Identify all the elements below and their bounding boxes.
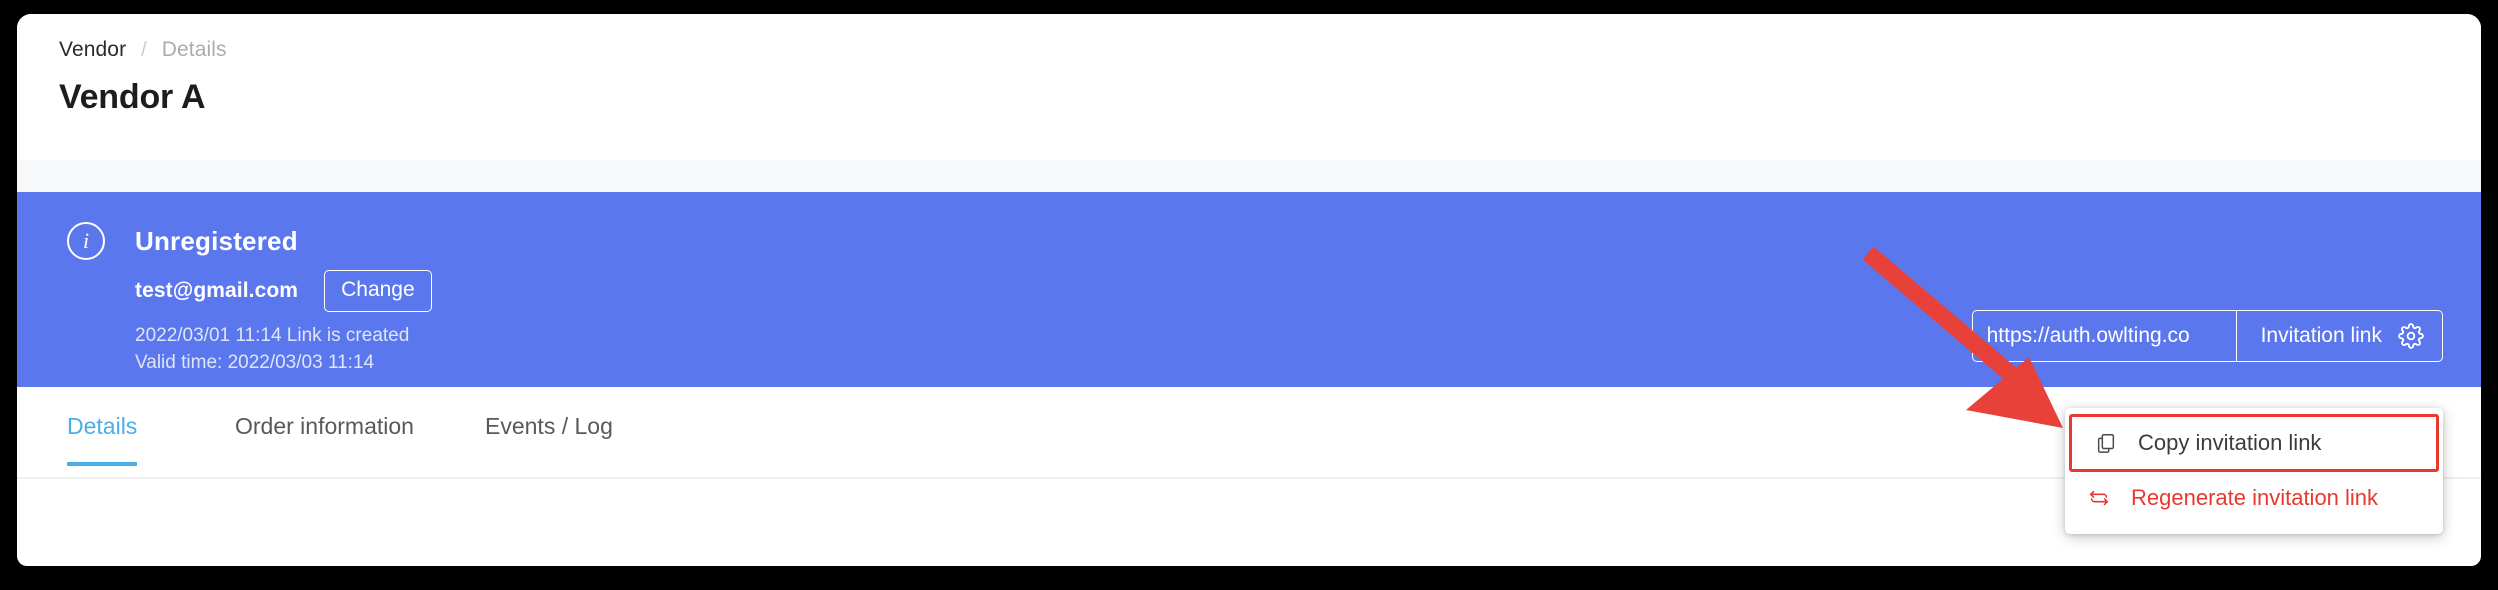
link-valid-text: Valid time: 2022/03/03 11:14 — [135, 352, 375, 373]
menu-item-copy-label: Copy invitation link — [2138, 430, 2322, 455]
copy-icon — [2094, 432, 2118, 454]
change-email-button[interactable]: Change — [324, 270, 432, 312]
banner-info-group: i Unregistered test@gmail.com Change 202… — [67, 192, 1267, 387]
invitation-link-button-label: Invitation link — [2260, 324, 2382, 347]
menu-item-regenerate-label: Regenerate invitation link — [2131, 485, 2379, 510]
invitation-link-input[interactable] — [1971, 310, 2237, 362]
email-row: test@gmail.com Change — [135, 270, 432, 312]
tab-events-log[interactable]: Events / Log — [485, 413, 613, 462]
page-header: Vendor / Details Vendor A — [17, 14, 2481, 160]
screenshot-root: Vendor / Details Vendor A i Unregistered… — [0, 0, 2498, 590]
vendor-email: test@gmail.com — [135, 279, 299, 302]
gear-icon — [2398, 323, 2424, 349]
registration-status-banner: i Unregistered test@gmail.com Change 202… — [17, 192, 2481, 387]
tab-details[interactable]: Details — [67, 413, 138, 466]
invitation-link-button[interactable]: Invitation link — [2236, 310, 2443, 362]
breadcrumb-separator: / — [141, 39, 147, 61]
section-divider — [17, 160, 2481, 192]
link-meta: 2022/03/01 11:14 Link is created Valid t… — [135, 322, 409, 376]
breadcrumb: Vendor / Details — [59, 36, 2481, 64]
page-title: Vendor A — [59, 78, 206, 116]
link-created-text: 2022/03/01 11:14 Link is created — [135, 325, 410, 346]
breadcrumb-item-vendor[interactable]: Vendor — [59, 36, 126, 64]
breadcrumb-item-details: Details — [161, 38, 227, 61]
menu-item-copy-invitation-link[interactable]: Copy invitation link — [2069, 414, 2439, 472]
invitation-link-dropdown-menu: Copy invitation link Regenerate invitati… — [2065, 408, 2443, 534]
menu-item-regenerate-invitation-link[interactable]: Regenerate invitation link — [2065, 472, 2443, 524]
info-circle-icon: i — [67, 222, 105, 260]
tab-order-information[interactable]: Order information — [235, 413, 414, 462]
status-label: Unregistered — [135, 225, 298, 256]
refresh-loop-icon — [2087, 487, 2111, 509]
status-row: i Unregistered — [67, 222, 298, 260]
invitation-link-controls: Invitation link — [1971, 310, 2443, 362]
